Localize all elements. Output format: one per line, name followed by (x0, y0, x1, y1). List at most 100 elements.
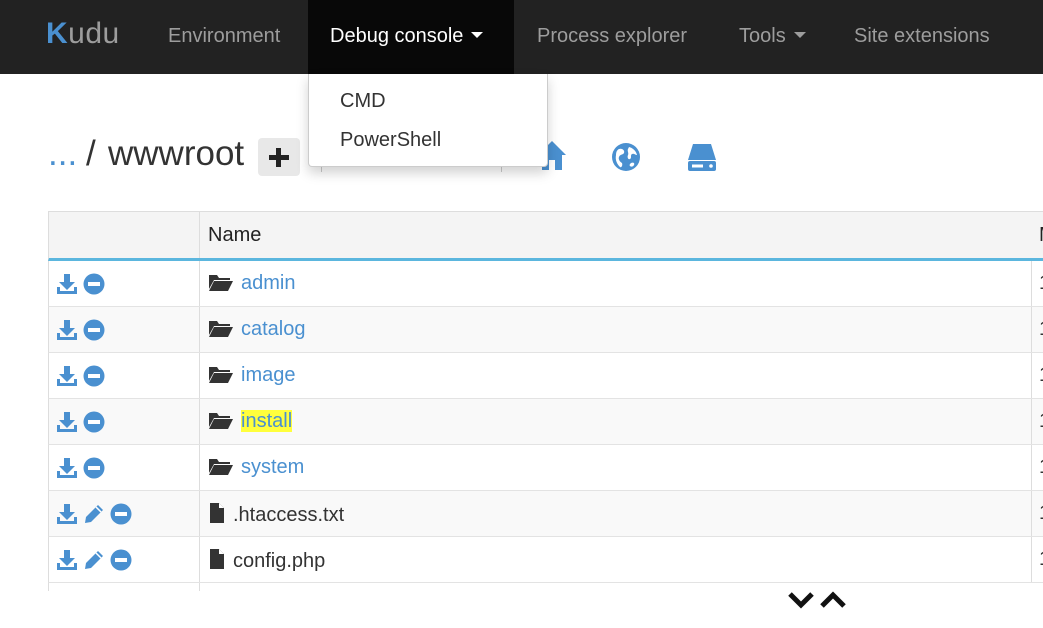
download-icon[interactable] (56, 411, 78, 433)
pencil-icon[interactable] (83, 549, 105, 571)
modified-cell: 1 (1039, 272, 1043, 295)
column-divider (199, 261, 200, 306)
download-icon[interactable] (56, 503, 78, 525)
table-row-partial (48, 583, 1043, 591)
file-name[interactable]: .htaccess.txt (208, 502, 344, 527)
column-divider (199, 399, 200, 444)
file-name[interactable]: install (208, 410, 293, 433)
file-name[interactable]: image (208, 364, 295, 387)
file-name-text-highlighted: install (241, 410, 293, 432)
folder-open-icon (209, 321, 233, 337)
column-divider (199, 491, 200, 536)
drive-icon[interactable] (686, 142, 718, 172)
file-name-text: catalog (241, 318, 306, 340)
download-icon[interactable] (56, 365, 78, 387)
console-resize-toggle (788, 590, 848, 617)
chevron-up-icon[interactable] (820, 591, 846, 608)
pencil-icon[interactable] (83, 503, 105, 525)
nav-process-explorer[interactable]: Process explorer (537, 0, 687, 74)
delete-icon[interactable] (83, 411, 105, 433)
delete-icon[interactable] (110, 503, 132, 525)
nav-tools[interactable]: Tools (739, 0, 806, 74)
column-divider (199, 583, 200, 591)
dropdown-item-powershell[interactable]: PowerShell (340, 129, 441, 152)
table-row: system 1 (48, 445, 1043, 491)
file-name[interactable]: config.php (208, 548, 325, 573)
column-divider (1031, 353, 1032, 398)
dropdown-item-cmd[interactable]: CMD (340, 90, 386, 113)
column-header-modified[interactable]: M (1039, 224, 1043, 247)
file-table: Name M admin 1 catalog 1 ima (48, 211, 1043, 591)
delete-icon[interactable] (83, 457, 105, 479)
download-icon[interactable] (56, 273, 78, 295)
file-icon (210, 503, 224, 523)
modified-cell: 1 (1039, 548, 1043, 571)
folder-open-icon (209, 413, 233, 429)
breadcrumb-current: wwwroot (108, 134, 245, 173)
folder-open-icon (209, 275, 233, 291)
nav-site-extensions-label: Site extensions (854, 25, 990, 47)
column-divider (199, 537, 200, 582)
file-name[interactable]: admin (208, 272, 295, 295)
column-divider (1031, 537, 1032, 582)
column-divider (199, 445, 200, 490)
download-icon[interactable] (56, 457, 78, 479)
download-icon[interactable] (56, 319, 78, 341)
nav-environment[interactable]: Environment (168, 0, 280, 74)
file-icon (210, 549, 224, 569)
caret-down-icon (471, 32, 484, 39)
delete-icon[interactable] (83, 365, 105, 387)
modified-cell: 1 (1039, 456, 1043, 479)
add-button[interactable] (258, 138, 300, 176)
file-name-text: config.php (233, 550, 326, 572)
globe-icon[interactable] (611, 142, 641, 172)
file-name-text: image (241, 364, 296, 386)
modified-cell: 1 (1039, 410, 1043, 433)
column-divider (1031, 307, 1032, 352)
breadcrumb-parent-link[interactable]: ... (48, 132, 77, 176)
logo-k: K (46, 17, 69, 50)
kudu-logo[interactable]: Kudu (46, 16, 120, 52)
file-name-text: admin (241, 272, 296, 294)
column-divider (199, 307, 200, 352)
nav-debug-console-label: Debug console (330, 25, 464, 47)
column-divider (199, 353, 200, 398)
table-row: config.php 1 (48, 537, 1043, 583)
table-header: Name M (48, 211, 1043, 261)
folder-open-icon (209, 459, 233, 475)
nav-debug-console[interactable]: Debug console (308, 0, 514, 74)
download-icon[interactable] (56, 549, 78, 571)
chevron-down-icon[interactable] (788, 592, 814, 609)
resize-chevrons (788, 591, 846, 609)
table-row: catalog 1 (48, 307, 1043, 353)
modified-cell: 1 (1039, 502, 1043, 525)
breadcrumb-separator: / (86, 134, 96, 173)
column-divider (199, 212, 200, 258)
column-divider (1031, 491, 1032, 536)
top-navbar: Kudu Environment Debug console Process e… (0, 0, 1043, 74)
modified-cell: 1 (1039, 318, 1043, 341)
table-row: .htaccess.txt 1 (48, 491, 1043, 537)
table-row: install 1 (48, 399, 1043, 445)
file-name-text: system (241, 456, 305, 478)
debug-console-dropdown: CMD PowerShell (308, 74, 548, 167)
table-row: image 1 (48, 353, 1043, 399)
file-name[interactable]: system (208, 456, 304, 479)
column-divider (1031, 445, 1032, 490)
nav-site-extensions[interactable]: Site extensions (854, 0, 990, 74)
column-divider (1031, 261, 1032, 306)
nav-tools-label: Tools (739, 25, 786, 47)
nav-environment-label: Environment (168, 25, 281, 47)
delete-icon[interactable] (83, 273, 105, 295)
delete-icon[interactable] (110, 549, 132, 571)
caret-down-icon (793, 32, 806, 39)
file-name-text: .htaccess.txt (233, 504, 345, 526)
delete-icon[interactable] (83, 319, 105, 341)
logo-text: udu (68, 17, 120, 50)
column-header-name[interactable]: Name (208, 224, 261, 247)
modified-cell: 1 (1039, 364, 1043, 387)
file-name[interactable]: catalog (208, 318, 306, 341)
column-divider (1031, 399, 1032, 444)
table-row: admin 1 (48, 261, 1043, 307)
nav-process-explorer-label: Process explorer (537, 25, 688, 47)
